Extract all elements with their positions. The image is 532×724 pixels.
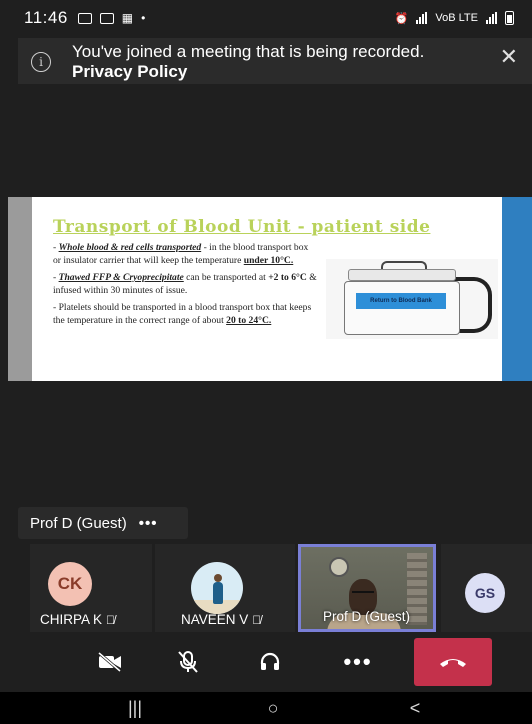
participant-name: NAVEEN V — [181, 612, 249, 627]
audio-button[interactable] — [250, 636, 290, 688]
end-call-button[interactable] — [414, 638, 492, 686]
home-button[interactable]: ○ — [258, 692, 288, 724]
camera-off-icon — [98, 652, 121, 672]
banner-message: You've joined a meeting that is being re… — [72, 42, 432, 82]
presenter-name: Prof D (Guest) — [30, 514, 127, 532]
status-time: 11:46 — [24, 8, 68, 27]
avatar: CK — [48, 562, 92, 606]
system-nav-bar: ||| ○ < — [0, 692, 532, 724]
slide-title: Transport of Blood Unit - patient side — [53, 217, 431, 237]
mic-off-button[interactable] — [168, 636, 208, 688]
shared-slide: Transport of Blood Unit - patient side -… — [8, 197, 532, 381]
more-options-icon[interactable]: ••• — [139, 515, 158, 532]
notification-icons: ▦ • — [77, 11, 146, 25]
banner-message-text: You've joined a meeting that is being re… — [72, 42, 425, 61]
person-glasses — [352, 591, 374, 596]
participant-label: CHIRPA K 🎙̸ — [40, 612, 115, 627]
avatar: GS — [465, 573, 505, 613]
bullet-1-emphasis: Whole blood & red cells transported — [58, 242, 202, 253]
mic-muted-icon: 🎙̸ — [252, 613, 262, 627]
signal-icon-2 — [486, 12, 497, 24]
hang-up-icon — [440, 659, 466, 667]
participant-name: Prof D (Guest) — [323, 609, 411, 624]
clock-in-video — [329, 557, 349, 577]
participant-tile[interactable]: CK CHIRPA K 🎙̸ — [30, 544, 152, 632]
recents-button[interactable]: ||| — [120, 692, 150, 724]
teams-icon: ▦ — [121, 11, 134, 25]
recording-banner: i You've joined a meeting that is being … — [18, 38, 532, 84]
mail-icon — [99, 12, 114, 24]
more-actions-button[interactable]: ••• — [338, 636, 378, 688]
participant-name: CHIRPA K — [40, 612, 103, 627]
participant-tile-active[interactable]: Prof D (Guest) — [298, 544, 436, 632]
back-button[interactable]: < — [400, 692, 430, 724]
call-controls: ••• — [0, 636, 532, 688]
slide-bullet-3: - Platelets should be transported in a b… — [53, 302, 312, 326]
dot-icon: • — [141, 11, 146, 25]
close-icon[interactable]: ✕ — [500, 44, 518, 70]
bullet-2-value: +2 to 6°C — [268, 272, 307, 283]
cooler-label: Return to Blood Bank — [356, 293, 446, 309]
participant-tile[interactable]: GS — [441, 544, 532, 632]
status-left: 11:46 ▦ • — [24, 8, 145, 28]
participant-strip: CK CHIRPA K 🎙̸ NAVEEN V 🎙̸ Prof D (Guest) … — [0, 544, 532, 632]
mic-off-icon — [178, 651, 198, 673]
bullet-1-value: under 10°C. — [243, 254, 294, 266]
slide-body: - Whole blood & red cells transported - … — [53, 242, 318, 332]
presenter-name-chip[interactable]: Prof D (Guest) ••• — [18, 507, 188, 539]
bullet-3-value: 20 to 24°C. — [226, 314, 272, 326]
alarm-icon: ⏰ — [394, 12, 409, 25]
slide-bullet-1: - Whole blood & red cells transported - … — [53, 242, 309, 266]
signal-icon-1 — [416, 12, 428, 24]
camera-off-button[interactable] — [90, 636, 130, 688]
participant-label: NAVEEN V 🎙̸ — [181, 612, 261, 627]
gallery-icon — [77, 12, 92, 24]
mic-muted-icon: 🎙̸ — [106, 613, 116, 627]
network-type: VoB LTE — [435, 12, 478, 24]
status-right: ⏰ VoB LTE — [395, 11, 514, 25]
battery-icon — [505, 11, 514, 25]
cooler-lid — [348, 269, 456, 281]
headset-icon — [260, 652, 280, 670]
participant-tile[interactable]: NAVEEN V 🎙̸ — [155, 544, 295, 632]
bullet-2-emphasis: Thawed FFP & Cryoprecipitate — [58, 272, 184, 283]
slide-bullet-2: - Thawed FFP & Cryoprecipitate can be tr… — [53, 272, 317, 296]
bullet-3-text: Platelets should be transported in a blo… — [53, 302, 312, 326]
bullet-2-mid: can be transported at — [183, 272, 269, 283]
status-bar: 11:46 ▦ • ⏰ VoB LTE — [0, 0, 532, 36]
slide-left-bar — [8, 197, 32, 381]
photo-person — [213, 574, 223, 604]
slide-right-bar — [502, 197, 532, 381]
blood-transport-box-image: Return to Blood Bank — [326, 259, 498, 339]
avatar-photo — [191, 562, 243, 614]
privacy-policy-link[interactable]: Privacy Policy — [72, 62, 187, 81]
info-icon: i — [31, 52, 51, 72]
